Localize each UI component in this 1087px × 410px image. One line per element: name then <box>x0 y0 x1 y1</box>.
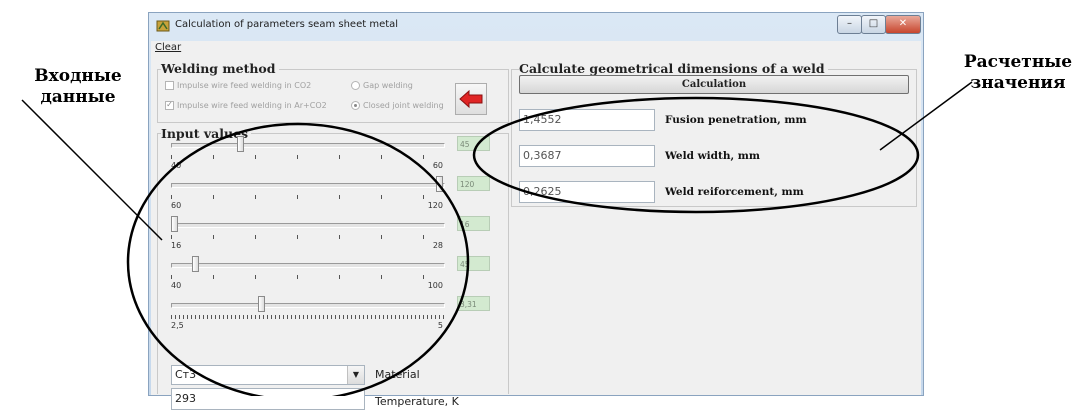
annotation-calculated-values: Расчетные значения <box>952 52 1084 94</box>
annotation-input-line1: Входные <box>34 66 122 86</box>
temperature-label: Temperature, K <box>375 395 459 408</box>
annotation-input-line2: данные <box>40 87 116 107</box>
input-data-ellipse <box>126 122 470 396</box>
annotation-input-data: Входные данные <box>18 66 138 108</box>
input-data-pointer <box>21 99 163 241</box>
annotation-calculated-line2: значения <box>970 73 1066 93</box>
annotation-calculated-line1: Расчетные <box>963 52 1073 72</box>
calculated-values-ellipse <box>472 96 920 214</box>
annotation-overlay <box>21 81 973 396</box>
